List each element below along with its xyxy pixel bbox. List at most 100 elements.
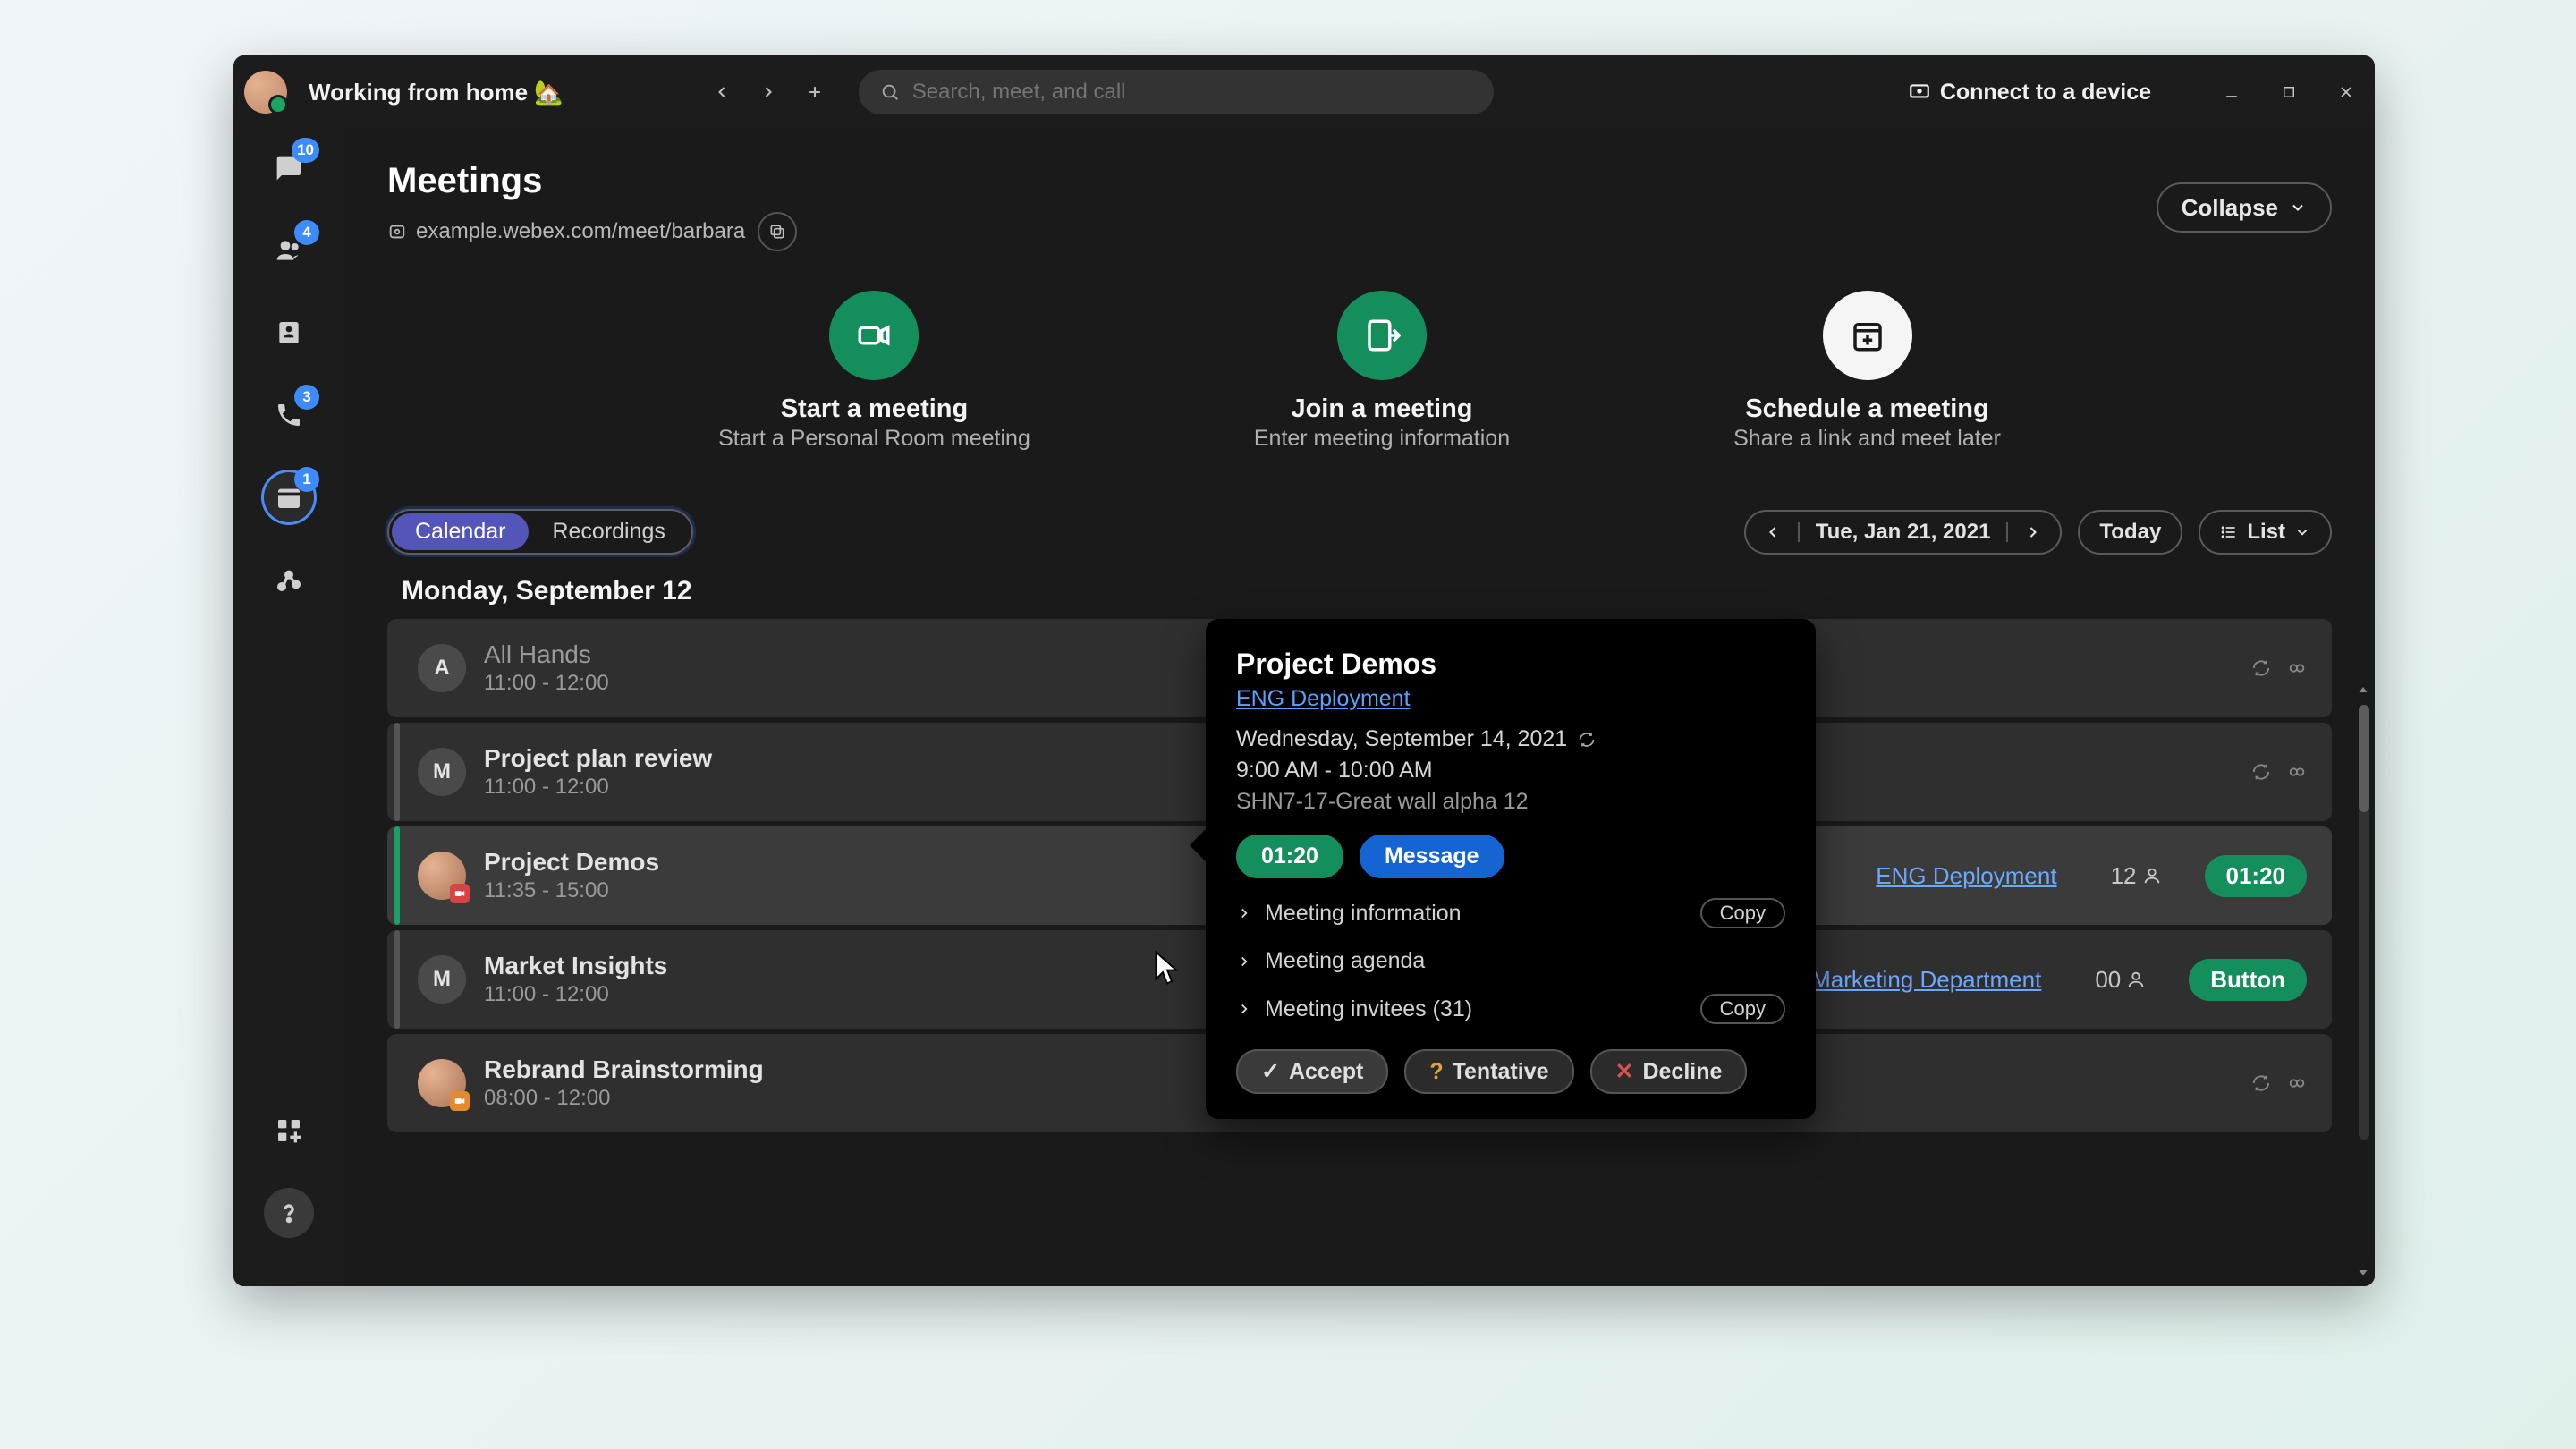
rail-contacts[interactable] <box>264 308 314 358</box>
chevron-down-icon <box>2294 524 2310 540</box>
personal-room-row: example.webex.com/meet/barbara <box>387 212 2332 251</box>
connect-device-label: Connect to a device <box>1940 80 2151 106</box>
row-actions[interactable] <box>2251 658 2307 678</box>
search-icon <box>880 82 900 102</box>
link-icon <box>2287 658 2307 678</box>
person-icon <box>2126 970 2146 989</box>
calendar-tabs: Calendar Recordings <box>387 509 693 555</box>
page-title: Meetings <box>387 161 2332 201</box>
forward-button[interactable] <box>750 73 787 111</box>
avatar <box>418 852 466 900</box>
meeting-details-popover: Project Demos ENG Deployment Wednesday, … <box>1206 619 1816 1119</box>
rail-messaging[interactable]: 10 <box>264 143 314 193</box>
expander-meeting-agenda[interactable]: Meeting agenda <box>1236 948 1785 974</box>
recurring-icon <box>2251 1073 2271 1093</box>
search-bar[interactable] <box>859 70 1494 114</box>
search-input[interactable] <box>912 80 1472 105</box>
rsvp-accept-button[interactable]: ✓Accept <box>1236 1049 1388 1094</box>
recurring-icon <box>2251 762 2271 782</box>
meeting-time: 11:00 - 12:00 <box>484 775 712 800</box>
today-button[interactable]: Today <box>2078 510 2182 555</box>
row-actions[interactable] <box>2251 762 2307 782</box>
rail-help[interactable] <box>264 1188 314 1238</box>
device-icon <box>1908 80 1931 104</box>
user-status[interactable]: Working from home 🏡 <box>309 79 564 106</box>
back-button[interactable] <box>703 73 741 111</box>
user-avatar[interactable] <box>244 71 287 114</box>
popover-countdown[interactable]: 01:20 <box>1236 835 1343 878</box>
meeting-space-link[interactable]: Marketing Department <box>1811 966 2041 994</box>
rail-badge: 4 <box>294 220 319 245</box>
meeting-time: 08:00 - 12:00 <box>484 1086 764 1111</box>
rail-apps[interactable] <box>264 1106 314 1156</box>
maximize-button[interactable] <box>2276 80 2301 105</box>
camera-icon <box>450 1091 470 1111</box>
meeting-space-link[interactable]: ENG Deployment <box>1876 862 2056 890</box>
date-navigator: Tue, Jan 21, 2021 <box>1744 510 2063 555</box>
list-icon <box>2220 523 2238 541</box>
activity-icon <box>275 565 303 594</box>
meeting-time: 11:00 - 12:00 <box>484 671 609 696</box>
close-button[interactable] <box>2334 80 2359 105</box>
new-tab-button[interactable] <box>796 73 834 111</box>
attendee-count: 12 <box>2111 862 2162 890</box>
minimize-button[interactable] <box>2219 80 2244 105</box>
date-prev-button[interactable] <box>1764 523 1782 541</box>
view-dropdown[interactable]: List <box>2199 510 2332 555</box>
nav-rail: 10 4 3 1 <box>233 129 344 1286</box>
link-icon <box>387 222 407 242</box>
scroll-up[interactable] <box>2355 682 2371 698</box>
chevron-down-icon <box>2289 199 2307 216</box>
connect-device-button[interactable]: Connect to a device <box>1908 80 2151 106</box>
apps-icon <box>275 1116 303 1145</box>
tab-calendar[interactable]: Calendar <box>392 513 529 550</box>
popover-title: Project Demos <box>1236 648 1785 681</box>
schedule-icon <box>1823 291 1912 380</box>
date-next-button[interactable] <box>2024 523 2042 541</box>
rail-teams[interactable]: 4 <box>264 225 314 275</box>
copy-room-url-button[interactable] <box>758 212 797 251</box>
meeting-title: Market Insights <box>484 952 667 980</box>
rail-badge: 10 <box>292 138 319 163</box>
scroll-down[interactable] <box>2355 1265 2371 1281</box>
link-icon <box>2287 762 2307 782</box>
personal-room-url[interactable]: example.webex.com/meet/barbara <box>387 219 745 244</box>
popover-location: SHN7-17-Great wall alpha 12 <box>1236 789 1785 815</box>
rsvp-decline-button[interactable]: ✕Decline <box>1590 1049 1748 1094</box>
copy-icon <box>768 223 786 241</box>
rail-badge: 3 <box>294 385 319 410</box>
contact-card-icon <box>275 318 303 347</box>
person-icon <box>2142 866 2162 886</box>
titlebar: Working from home 🏡 Connect to a device <box>233 55 2375 129</box>
join-meeting-card[interactable]: Join a meeting Enter meeting information <box>1254 291 1510 452</box>
row-actions[interactable] <box>2251 1073 2307 1093</box>
rail-meetings[interactable]: 1 <box>264 472 314 522</box>
video-icon <box>829 291 919 380</box>
meeting-title: Rebrand Brainstorming <box>484 1055 764 1084</box>
popover-date: Wednesday, September 14, 2021 <box>1236 726 1785 752</box>
schedule-meeting-card[interactable]: Schedule a meeting Share a link and meet… <box>1733 291 2001 452</box>
copy-button[interactable]: Copy <box>1700 994 1785 1024</box>
meeting-title: All Hands <box>484 640 609 669</box>
collapse-button[interactable]: Collapse <box>2157 182 2332 233</box>
chevron-right-icon <box>1236 905 1252 921</box>
rail-calling[interactable]: 3 <box>264 390 314 440</box>
row-button[interactable]: Button <box>2189 959 2307 1001</box>
calendar-toolbar: Calendar Recordings Tue, Jan 21, 2021 To… <box>387 509 2332 555</box>
expander-meeting-info[interactable]: Meeting information Copy <box>1236 898 1785 928</box>
start-meeting-card[interactable]: Start a meeting Start a Personal Room me… <box>718 291 1030 452</box>
rsvp-tentative-button[interactable]: ?Tentative <box>1404 1049 1573 1094</box>
attendee-count: 00 <box>2095 966 2146 994</box>
expander-meeting-invitees[interactable]: Meeting invitees (31) Copy <box>1236 994 1785 1024</box>
scrollbar[interactable] <box>2359 705 2369 1140</box>
avatar: M <box>418 748 466 796</box>
meeting-time: 11:35 - 15:00 <box>484 878 659 903</box>
popover-time: 9:00 AM - 10:00 AM <box>1236 758 1785 784</box>
copy-button[interactable]: Copy <box>1700 898 1785 928</box>
popover-space-link[interactable]: ENG Deployment <box>1236 686 1411 712</box>
popover-message-button[interactable]: Message <box>1360 835 1504 878</box>
link-icon <box>2287 1073 2307 1093</box>
tab-recordings[interactable]: Recordings <box>529 513 688 550</box>
countdown-pill[interactable]: 01:20 <box>2205 855 2308 897</box>
rail-activity[interactable] <box>264 555 314 605</box>
